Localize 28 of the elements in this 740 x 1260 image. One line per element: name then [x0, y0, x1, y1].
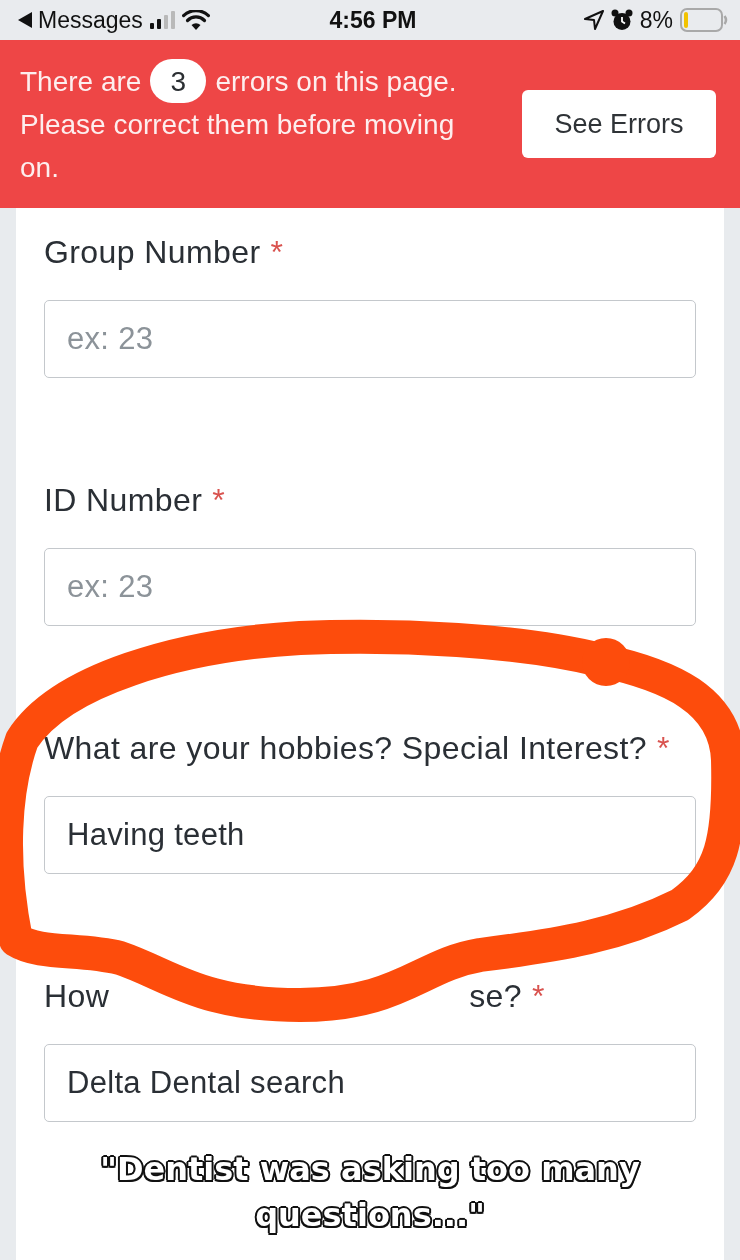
battery-icon — [680, 8, 728, 32]
back-arrow-icon — [18, 12, 32, 28]
error-message: Please correct them before moving on. — [20, 108, 456, 185]
error-count: 3 — [150, 59, 207, 103]
input-field[interactable]: ex: 23 — [44, 548, 696, 626]
field-label: ID Number — [44, 482, 203, 518]
battery-percent: 8% — [639, 5, 673, 35]
input-field[interactable]: Delta Dental search — [44, 1044, 696, 1122]
input-field[interactable]: Having teeth — [44, 796, 696, 874]
field-label: se? — [469, 978, 522, 1014]
clock-time: 4:56 PM — [329, 5, 417, 35]
required-asterisk: * — [657, 730, 670, 766]
signal-icon — [149, 11, 175, 29]
alarm-clock-icon — [610, 9, 633, 31]
error-text: There are — [20, 64, 142, 99]
field-label: What are your hobbies? Special Interest? — [44, 730, 647, 766]
required-asterisk: * — [270, 234, 284, 270]
wifi-icon — [181, 10, 210, 30]
back-link[interactable]: Messages — [18, 2, 143, 38]
error-text: errors on this page. — [215, 64, 457, 99]
input-field[interactable]: ex: 23 — [44, 300, 696, 378]
see-errors-button[interactable]: See Errors — [522, 90, 716, 158]
required-asterisk: * — [532, 978, 545, 1014]
meme-caption: "Dentist was asking too many questions..." — [99, 1149, 642, 1237]
location-icon — [583, 10, 604, 30]
required-asterisk: * — [212, 482, 226, 518]
field-label: Group Number — [44, 234, 261, 270]
field-label: How — [44, 978, 110, 1014]
